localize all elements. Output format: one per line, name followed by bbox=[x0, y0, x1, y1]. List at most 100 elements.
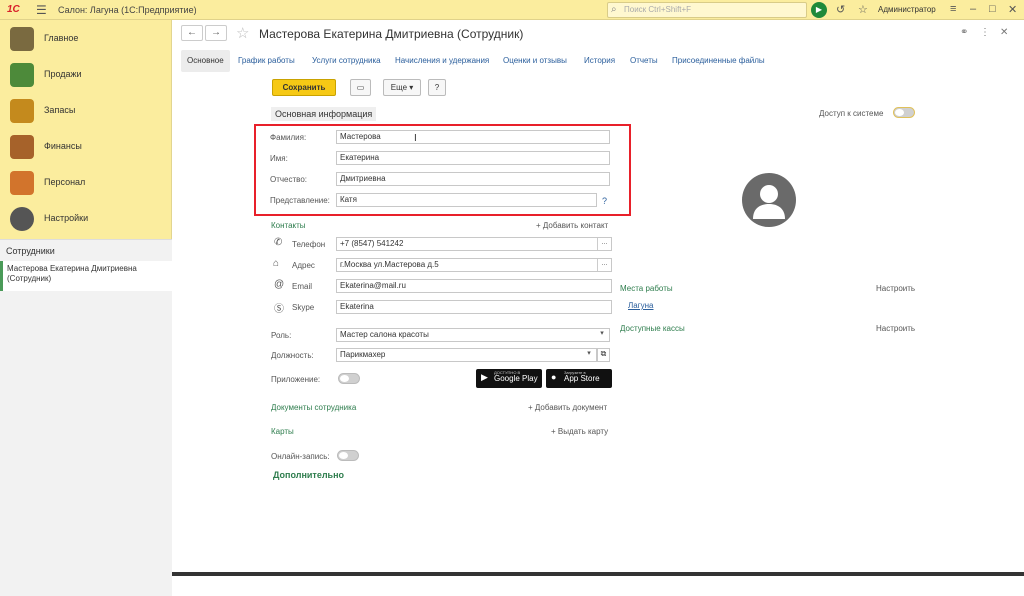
skype-icon: Ⓢ bbox=[274, 304, 284, 315]
star-icon[interactable]: ☆ bbox=[858, 3, 868, 16]
tab-schedule[interactable]: График работы bbox=[232, 50, 301, 72]
phone-value: +7 (8547) 541242 bbox=[340, 239, 404, 248]
basic-info-title: Основная информация bbox=[271, 107, 377, 121]
forward-button[interactable]: → bbox=[205, 25, 227, 41]
sidebar-item-label: Настройки bbox=[44, 213, 89, 223]
select-button[interactable]: ... bbox=[597, 238, 611, 250]
google-play-icon: ▶ bbox=[481, 372, 488, 382]
apple-icon: ● bbox=[551, 372, 557, 382]
position-label: Должность: bbox=[271, 351, 314, 360]
sidebar-item-label: Запасы bbox=[44, 105, 76, 115]
close-icon[interactable]: ✕ bbox=[1000, 27, 1008, 38]
gear-icon bbox=[10, 207, 34, 231]
sidebar-item-sales[interactable]: Продажи bbox=[0, 58, 172, 92]
sales-chart-icon bbox=[10, 63, 34, 87]
app-toggle[interactable] bbox=[338, 373, 360, 384]
user-name[interactable]: Администратор bbox=[878, 5, 936, 14]
menu-icon[interactable]: ≡ bbox=[950, 3, 956, 15]
skype-field[interactable]: Ekaterina bbox=[336, 300, 612, 314]
avatar[interactable] bbox=[742, 173, 796, 227]
email-label: Email bbox=[292, 282, 313, 291]
sidebar-item-label: Главное bbox=[44, 33, 79, 43]
online-booking-toggle[interactable] bbox=[337, 450, 359, 461]
sidebar-item-main[interactable]: Главное bbox=[0, 22, 172, 56]
sidebar: Главное Продажи Запасы Финансы Персонал … bbox=[0, 20, 172, 596]
history-icon[interactable]: ↺ bbox=[836, 3, 845, 16]
search-icon: ⌕ bbox=[611, 4, 617, 15]
minimize-icon[interactable]: – bbox=[970, 3, 976, 15]
open-icon[interactable]: ⧉ bbox=[597, 348, 610, 362]
tab-main[interactable]: Основное bbox=[181, 50, 230, 72]
title-bar: 1С ☰ Салон: Лагуна (1С:Предприятие) ⌕ По… bbox=[0, 0, 1024, 20]
hamburger-icon[interactable]: ☰ bbox=[36, 3, 47, 17]
phone-label: Телефон bbox=[292, 240, 326, 249]
sidebar-item-stock[interactable]: Запасы bbox=[0, 94, 172, 128]
page-title: Мастерова Екатерина Дмитриевна (Сотрудни… bbox=[259, 27, 524, 41]
sidebar-item-settings[interactable]: Настройки bbox=[0, 202, 172, 236]
more-button[interactable]: Еще ▾ bbox=[383, 79, 421, 96]
chevron-down-icon[interactable]: ▾ bbox=[582, 349, 596, 361]
sidebar-item-finance[interactable]: Финансы bbox=[0, 130, 172, 164]
position-select[interactable]: Парикмахер ▾ bbox=[336, 348, 597, 362]
add-contact-link[interactable]: + Добавить контакт bbox=[536, 221, 608, 230]
tab-payroll[interactable]: Начисления и удержания bbox=[389, 50, 495, 72]
sidebar-item-label: Персонал bbox=[44, 177, 86, 187]
tab-reports[interactable]: Отчеты bbox=[624, 50, 664, 72]
role-select[interactable]: Мастер салона красоты ▾ bbox=[336, 328, 610, 342]
workplaces-configure[interactable]: Настроить bbox=[876, 284, 915, 293]
position-value: Парикмахер bbox=[340, 350, 386, 359]
link-icon[interactable]: ⚭ bbox=[960, 27, 968, 38]
chevron-down-icon[interactable]: ▾ bbox=[595, 329, 609, 341]
close-icon[interactable]: ✕ bbox=[1008, 3, 1017, 16]
access-toggle[interactable] bbox=[893, 107, 915, 118]
address-value: г.Москва ул.Мастерова д.5 bbox=[340, 260, 439, 269]
tab-history[interactable]: История bbox=[578, 50, 621, 72]
additional-section[interactable]: Дополнительно bbox=[273, 470, 344, 480]
help-button[interactable]: ? bbox=[428, 79, 446, 96]
google-play-badge[interactable]: ▶ ДОСТУПНО В Google Play bbox=[476, 369, 542, 388]
address-field[interactable]: г.Москва ул.Мастерова д.5... bbox=[336, 258, 612, 272]
select-button[interactable]: ... bbox=[597, 259, 611, 271]
skype-label: Skype bbox=[292, 303, 315, 312]
app-store-badge[interactable]: ● Загрузите в App Store bbox=[546, 369, 612, 388]
play-icon[interactable]: ▶ bbox=[811, 2, 827, 18]
cashboxes-title[interactable]: Доступные кассы bbox=[620, 324, 685, 333]
issue-card-link[interactable]: + Выдать карту bbox=[551, 427, 608, 436]
record-button[interactable]: ▭ bbox=[350, 79, 371, 96]
open-window-item[interactable]: Мастерова Екатерина Дмитриевна (Сотрудни… bbox=[0, 261, 172, 291]
window-title: Салон: Лагуна (1С:Предприятие) bbox=[58, 5, 197, 15]
google-play-caption: ДОСТУПНО В bbox=[494, 370, 521, 375]
back-button[interactable]: ← bbox=[181, 25, 203, 41]
highlight-frame bbox=[254, 124, 631, 216]
wallet-icon bbox=[10, 135, 34, 159]
add-document-link[interactable]: + Добавить документ bbox=[528, 403, 607, 412]
person-silhouette-icon bbox=[753, 185, 785, 219]
tab-files[interactable]: Присоединенные файлы bbox=[666, 50, 771, 72]
open-windows-panel: Сотрудники Мастерова Екатерина Дмитриевн… bbox=[0, 239, 172, 596]
more-icon[interactable]: ⋮ bbox=[980, 27, 990, 38]
contacts-title[interactable]: Контакты bbox=[271, 221, 306, 230]
open-windows-title[interactable]: Сотрудники bbox=[6, 246, 55, 256]
main-icon bbox=[10, 27, 34, 51]
cards-title[interactable]: Карты bbox=[271, 427, 294, 436]
tab-services[interactable]: Услуги сотрудника bbox=[306, 50, 387, 72]
app-label: Приложение: bbox=[271, 375, 321, 384]
documents-title[interactable]: Документы сотрудника bbox=[271, 403, 356, 412]
cashboxes-configure[interactable]: Настроить bbox=[876, 324, 915, 333]
save-button[interactable]: Сохранить bbox=[272, 79, 336, 96]
workplace-link[interactable]: Лагуна bbox=[628, 301, 653, 310]
sidebar-item-personnel[interactable]: Персонал bbox=[0, 166, 172, 200]
role-label: Роль: bbox=[271, 331, 292, 340]
search-input[interactable]: ⌕ Поиск Ctrl+Shift+F bbox=[607, 2, 807, 18]
phone-field[interactable]: +7 (8547) 541242... bbox=[336, 237, 612, 251]
stock-icon bbox=[10, 99, 34, 123]
bottom-border bbox=[172, 572, 1024, 576]
star-icon[interactable]: ☆ bbox=[236, 24, 249, 42]
home-icon: ⌂ bbox=[273, 258, 280, 269]
tab-reviews[interactable]: Оценки и отзывы bbox=[497, 50, 573, 72]
more-label: Еще bbox=[390, 83, 408, 92]
maximize-icon[interactable]: □ bbox=[989, 3, 996, 15]
at-icon: @ bbox=[274, 279, 285, 290]
email-field[interactable]: Ekaterina@mail.ru bbox=[336, 279, 612, 293]
workplaces-title[interactable]: Места работы bbox=[620, 284, 673, 293]
